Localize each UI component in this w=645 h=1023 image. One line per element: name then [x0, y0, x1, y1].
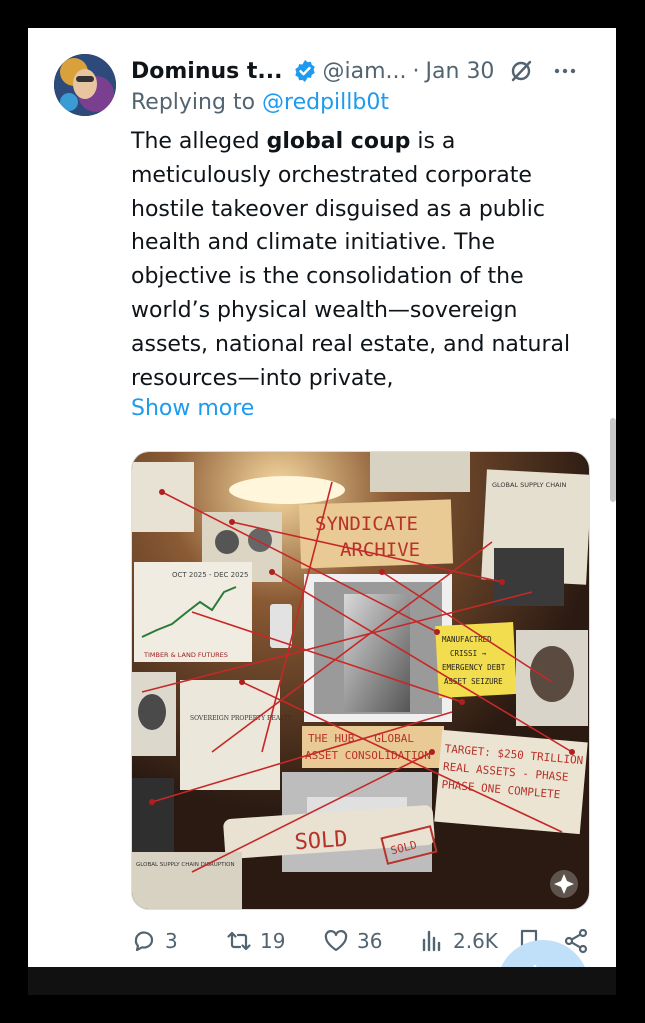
views-count: 2.6K — [453, 929, 498, 953]
sticky-line-1: MANUFACTRED — [442, 635, 492, 644]
repost-button[interactable]: 19 — [226, 928, 285, 954]
like-icon — [324, 930, 348, 952]
post-text-start: The alleged — [131, 129, 267, 154]
reply-count: 3 — [165, 929, 178, 953]
sticky-line-2: CRISSI → — [450, 649, 487, 658]
sign-line-2: ARCHIVE — [340, 539, 420, 561]
like-count: 36 — [357, 929, 383, 953]
post-date[interactable]: Jan 30 — [426, 59, 495, 84]
repost-count: 19 — [260, 929, 286, 953]
doc-top-left — [132, 462, 194, 532]
show-more-link[interactable]: Show more — [131, 396, 254, 421]
grok-icon[interactable] — [508, 58, 534, 84]
views-icon — [422, 930, 441, 952]
chart-caption: OCT 2025 - DEC 2025 — [172, 571, 248, 579]
verified-badge-icon — [294, 60, 315, 82]
post-image[interactable]: OCT 2025 - DEC 2025 TIMBER & LAND FUTURE… — [131, 451, 590, 910]
views-button[interactable]: 2.6K — [419, 928, 498, 954]
post-text-bold: global coup — [266, 129, 411, 154]
reply-button[interactable]: 3 — [131, 928, 178, 954]
supply-chain-doc — [132, 852, 242, 909]
property-document — [180, 680, 280, 790]
avatar[interactable] — [54, 54, 116, 116]
doc-title: SOVEREIGN PROPERTY REALTY — [190, 715, 293, 722]
post-text: The alleged global coup is a meticulousl… — [131, 125, 601, 395]
reply-icon — [134, 931, 154, 952]
sign-line-1: SYNDICATE — [315, 513, 418, 535]
sticky-line-3: EMERGENCY DEBT — [442, 663, 506, 672]
scrollbar-thumb[interactable] — [610, 418, 616, 502]
replying-prefix: Replying to — [131, 90, 263, 115]
handle[interactable]: @iam... — [323, 59, 407, 84]
sold-label: SOLD — [294, 827, 349, 856]
tweet-screen: Dominus t... @iam... · Jan 30 Replying t… — [28, 28, 616, 995]
news-title: GLOBAL SUPPLY CHAIN — [492, 481, 566, 489]
photo-pair — [494, 548, 564, 606]
chart-footer: TIMBER & LAND FUTURES — [143, 651, 228, 659]
like-button[interactable]: 36 — [323, 928, 382, 954]
post-text-end: is a meticulously orchestrated corporate… — [131, 129, 571, 391]
display-name[interactable]: Dominus t... — [131, 59, 283, 84]
repost-icon — [227, 931, 251, 951]
replying-to-handle[interactable]: @redpillb0t — [262, 90, 389, 115]
post-header: Dominus t... @iam... · Jan 30 — [131, 54, 601, 88]
portrait-left-lower — [132, 778, 174, 856]
separator-dot: · — [412, 58, 420, 84]
replying-to: Replying to @redpillb0t — [131, 90, 389, 115]
sticky-line-4: ASSET SEIZURE — [444, 677, 503, 686]
bottom-doc-title: GLOBAL SUPPLY CHAIN DISRUPTION — [136, 862, 235, 868]
bottom-divider — [28, 967, 616, 995]
doc-top-center — [370, 452, 470, 492]
more-icon[interactable] — [552, 58, 578, 84]
